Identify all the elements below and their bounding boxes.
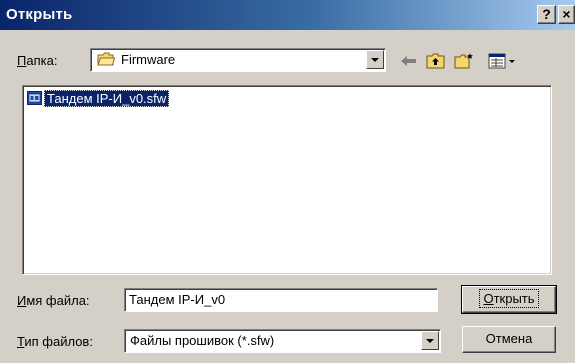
folder-combo[interactable]: Firmware (90, 48, 386, 72)
folder-label-text: апка: (26, 53, 58, 68)
title-bar[interactable]: Открыть ? × (0, 0, 575, 30)
file-name[interactable]: Тандем IP-И_v0.sfw (44, 90, 170, 107)
up-folder-icon[interactable] (425, 52, 447, 70)
folder-label-hotkey: П (17, 53, 27, 68)
filename-label: Имя файла: (17, 293, 90, 308)
filename-label-text: мя файла: (26, 293, 90, 308)
filetype-value: Файлы прошивок (*.sfw) (130, 333, 275, 348)
open-button[interactable]: Открыть (461, 285, 557, 314)
new-folder-icon[interactable] (453, 52, 475, 70)
help-button[interactable]: ? (537, 5, 556, 24)
cancel-button[interactable]: Отмена (462, 326, 556, 353)
folder-label: Папка: (17, 53, 57, 68)
filetype-label-text: ип файлов: (24, 334, 93, 349)
open-file-dialog: Открыть ? × Папка: Firmware Тандем IP-И_… (0, 0, 575, 363)
filetype-label: Тип файлов: (17, 334, 93, 349)
file-list[interactable]: Тандем IP-И_v0.sfw (22, 85, 552, 275)
view-menu-icon[interactable] (487, 52, 521, 70)
close-button[interactable]: × (558, 5, 575, 24)
open-button-label: Открыть (479, 289, 539, 308)
firmware-file-icon (27, 91, 42, 105)
filetype-combo[interactable]: Файлы прошивок (*.sfw) (124, 329, 441, 353)
filename-input[interactable]: Тандем IP-И_v0 (124, 288, 438, 312)
open-button-hotkey: О (483, 291, 494, 306)
folder-icon (97, 52, 115, 66)
dialog-title: Открыть (6, 6, 73, 23)
folder-dropdown-arrow[interactable] (366, 50, 384, 69)
folder-value: Firmware (121, 52, 176, 67)
back-arrow-icon[interactable] (398, 52, 420, 70)
filename-label-hotkey: И (17, 293, 27, 308)
open-button-text: ткрыть (493, 291, 535, 306)
filetype-dropdown-arrow[interactable] (421, 331, 439, 350)
